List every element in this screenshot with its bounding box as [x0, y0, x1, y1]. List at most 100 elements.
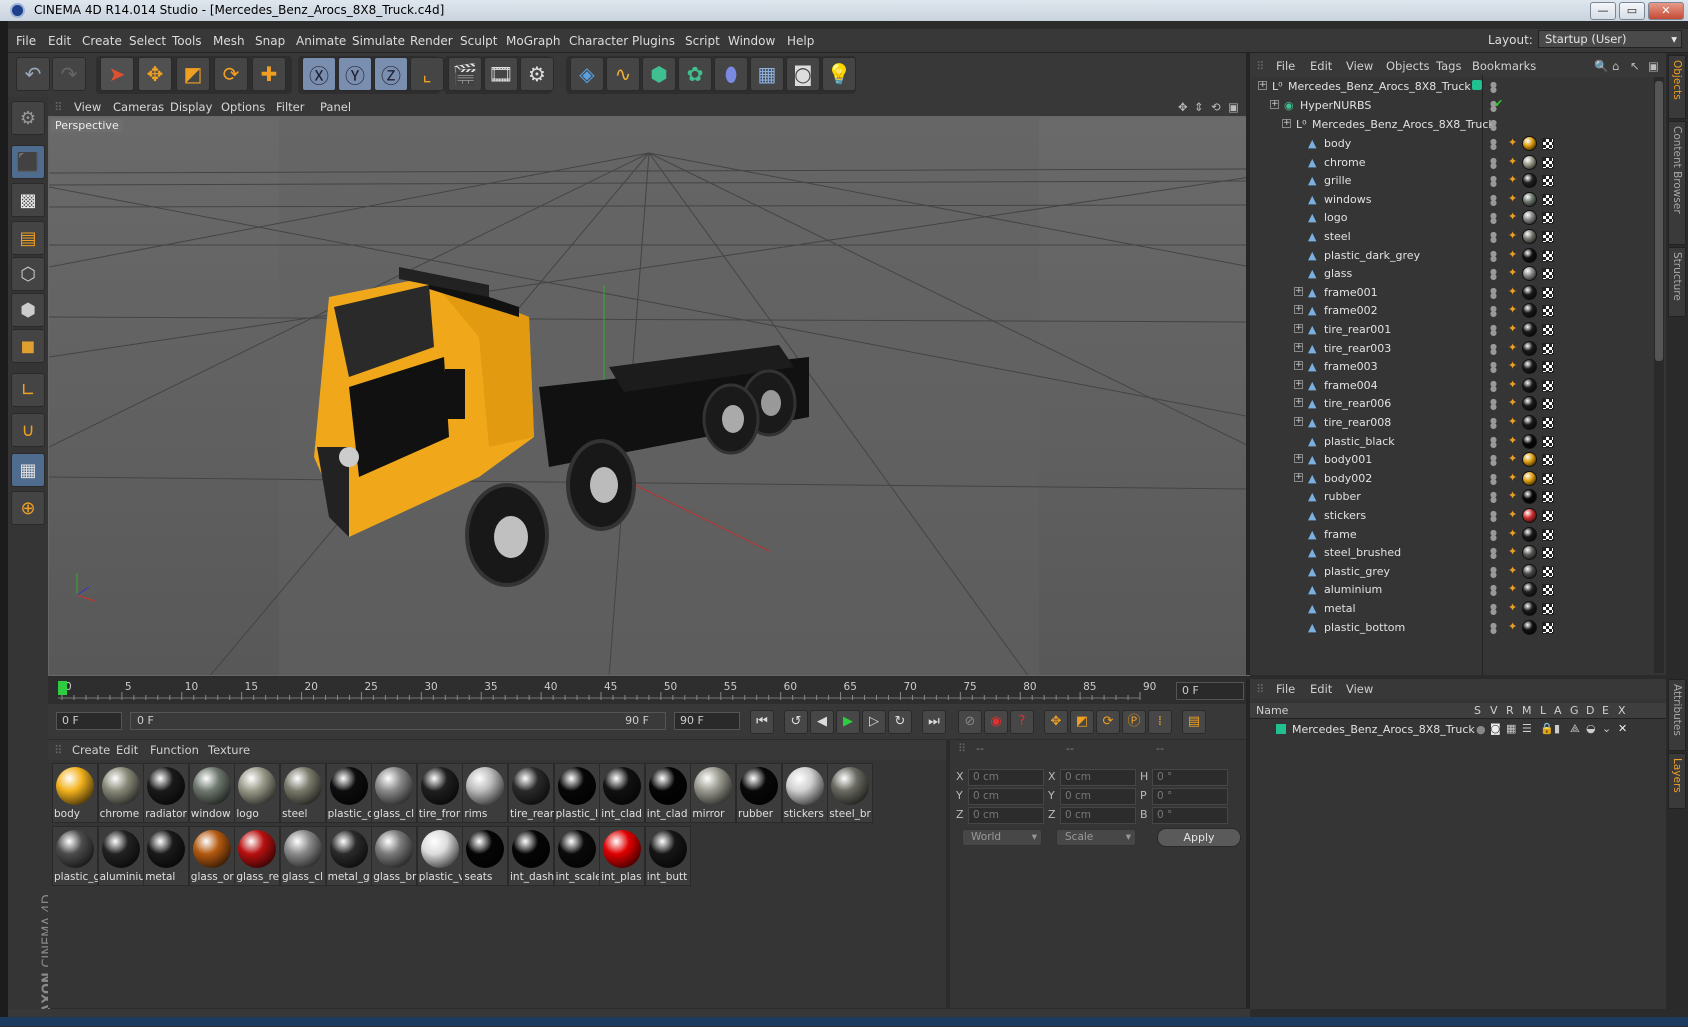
phong-tag-icon[interactable]: ✦: [1508, 155, 1520, 168]
visibility-dots-icon[interactable]: ● ●: [1490, 379, 1500, 392]
previous-key-icon[interactable]: ↺: [784, 710, 808, 734]
material-swatch[interactable]: steel_br: [827, 763, 874, 823]
current-frame-field[interactable]: 0 F: [1176, 682, 1244, 700]
object-row[interactable]: + ◉ HyperNURBS ● ●: [1250, 96, 1666, 116]
object-name[interactable]: Mercedes_Benz_Arocs_8X8_Truck: [1288, 80, 1471, 93]
expand-icon[interactable]: +: [1258, 81, 1267, 90]
playhead[interactable]: [58, 681, 67, 695]
menu-character[interactable]: Character: [569, 34, 628, 48]
layer-render-icon[interactable]: ▦: [1506, 722, 1516, 735]
layers-menu-edit[interactable]: Edit: [1310, 682, 1332, 696]
uvw-tag-icon[interactable]: [1542, 156, 1554, 169]
expand-icon[interactable]: +: [1294, 342, 1303, 352]
visibility-dots-icon[interactable]: ● ●: [1490, 472, 1500, 485]
visibility-dots-icon[interactable]: ● ●: [1490, 268, 1500, 281]
position-y-field[interactable]: 0 cm: [968, 788, 1044, 805]
uvw-tag-icon[interactable]: [1542, 584, 1554, 597]
object-row[interactable]: + L⁰ Mercedes_Benz_Arocs_8X8_Truck ● ●: [1250, 77, 1666, 97]
phong-tag-icon[interactable]: ✦: [1508, 267, 1520, 279]
material-swatch[interactable]: radiator: [143, 763, 190, 823]
material-tag-icon[interactable]: [1522, 526, 1537, 542]
rotation-h-field[interactable]: 0 °: [1152, 769, 1228, 786]
object-row[interactable]: ▲ plastic_bottom ● ● ✦: [1250, 618, 1666, 638]
new-window-icon[interactable]: ▣: [1648, 59, 1659, 73]
object-name[interactable]: tire_rear006: [1324, 397, 1391, 410]
layer-lock-icon[interactable]: 🔒: [1540, 722, 1554, 735]
snap-grid-icon[interactable]: ▦: [11, 453, 45, 487]
visibility-dots-icon[interactable]: ● ●: [1490, 138, 1500, 151]
material-tag-icon[interactable]: [1522, 210, 1537, 226]
menu-render[interactable]: Render: [410, 34, 453, 48]
object-row[interactable]: ▲ steel_brushed ● ● ✦: [1250, 543, 1666, 563]
perspective-viewport[interactable]: Perspective: [48, 116, 1250, 676]
x-axis-icon[interactable]: Ⓧ: [302, 57, 336, 91]
uvw-tag-icon[interactable]: [1542, 193, 1554, 206]
light-icon[interactable]: 💡: [822, 57, 856, 91]
phong-tag-icon[interactable]: ✦: [1508, 453, 1520, 465]
uvw-tag-icon[interactable]: [1542, 435, 1554, 448]
object-row[interactable]: ▲ metal ● ● ✦: [1250, 599, 1666, 619]
magnet-icon[interactable]: ∪: [11, 413, 45, 447]
object-row[interactable]: ▲ frame ● ● ✦: [1250, 525, 1666, 545]
material-swatch[interactable]: body: [52, 763, 98, 823]
key-parameter-icon[interactable]: Ⓟ: [1122, 710, 1146, 734]
object-name[interactable]: metal: [1324, 602, 1356, 615]
phong-tag-icon[interactable]: ✦: [1508, 285, 1520, 298]
coordinate-system-icon[interactable]: ⌞: [410, 57, 444, 91]
object-row[interactable]: ▲ chrome ● ● ✦: [1250, 153, 1666, 173]
tab-layers[interactable]: Layers: [1668, 753, 1686, 809]
material-swatch[interactable]: int_clad: [599, 763, 646, 823]
key-pla-icon[interactable]: ⁞: [1148, 710, 1172, 734]
visibility-dots-icon[interactable]: ● ●: [1490, 510, 1500, 523]
render-picture-viewer-icon[interactable]: 🎞: [484, 57, 518, 91]
phong-tag-icon[interactable]: ✦: [1508, 490, 1520, 502]
layer-name[interactable]: Mercedes_Benz_Arocs_8X8_Truck: [1292, 723, 1475, 736]
key-rotation-icon[interactable]: ⟳: [1096, 710, 1120, 734]
object-row[interactable]: ▲ steel ● ● ✦: [1250, 227, 1666, 247]
uvw-tag-icon[interactable]: [1542, 565, 1554, 578]
record-keys-icon[interactable]: ⊘: [958, 710, 982, 734]
minimize-button[interactable]: —: [1590, 2, 1616, 20]
go-to-start-icon[interactable]: ⏮: [750, 710, 774, 734]
object-name[interactable]: plastic_grey: [1324, 565, 1390, 578]
apply-button[interactable]: Apply: [1157, 828, 1241, 847]
layer-visible-icon[interactable]: ◙: [1490, 722, 1501, 735]
material-swatch[interactable]: seats: [462, 826, 509, 886]
material-swatch[interactable]: window: [188, 763, 235, 823]
visibility-dots-icon[interactable]: ● ●: [1490, 305, 1500, 318]
material-swatch[interactable]: glass_cl: [371, 763, 418, 823]
object-row[interactable]: + ▲ tire_rear008 ● ● ✦: [1250, 413, 1666, 433]
menu-create[interactable]: Create: [82, 34, 122, 48]
material-menu-create[interactable]: Create: [72, 743, 110, 757]
y-axis-icon[interactable]: Ⓨ: [338, 57, 372, 91]
object-row[interactable]: ▲ logo ● ● ✦: [1250, 208, 1666, 228]
material-swatch[interactable]: metal: [143, 826, 190, 886]
menu-window[interactable]: Window: [728, 34, 775, 48]
uvw-tag-icon[interactable]: [1542, 417, 1554, 429]
objects-menu-view[interactable]: View: [1346, 59, 1373, 73]
phong-tag-icon[interactable]: ✦: [1508, 304, 1520, 316]
timeline-window-icon[interactable]: ▤: [1182, 710, 1206, 734]
uvw-tag-icon[interactable]: [1542, 231, 1554, 243]
keyframe-selection-icon[interactable]: ?: [1010, 710, 1034, 734]
nurbs-icon[interactable]: ⬢: [642, 57, 676, 91]
material-swatch[interactable]: int_scale: [553, 826, 600, 886]
visibility-dots-icon[interactable]: ● ●: [1490, 175, 1500, 188]
rotation-p-field[interactable]: 0 °: [1152, 788, 1228, 805]
viewport-menu-view[interactable]: View: [74, 100, 101, 114]
visibility-dots-icon[interactable]: ● ●: [1490, 324, 1500, 337]
object-name[interactable]: chrome: [1324, 156, 1366, 169]
object-name[interactable]: tire_rear001: [1324, 323, 1391, 336]
lock-workplane-icon[interactable]: ⊕: [11, 491, 45, 525]
material-swatch[interactable]: glass_or: [188, 826, 235, 886]
next-key-icon[interactable]: ↻: [888, 710, 912, 734]
object-name[interactable]: windows: [1324, 193, 1371, 206]
key-scale-icon[interactable]: ◩: [1070, 710, 1094, 734]
viewport-move-icon[interactable]: ✥: [1178, 100, 1188, 114]
material-tag-icon[interactable]: [1522, 154, 1537, 170]
phong-tag-icon[interactable]: ✦: [1508, 192, 1520, 205]
cube-icon[interactable]: ◈: [570, 57, 604, 91]
material-tag-icon[interactable]: [1522, 508, 1537, 523]
texture-mode-icon[interactable]: ▩: [11, 183, 45, 217]
menu-simulate[interactable]: Simulate: [352, 34, 405, 48]
